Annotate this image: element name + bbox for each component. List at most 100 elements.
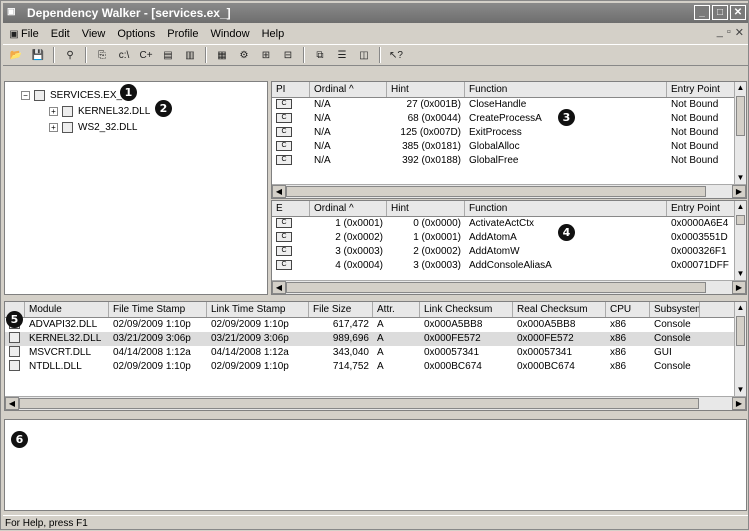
tile-horizontal-icon[interactable]: ☰: [333, 46, 351, 64]
column-header-entry-point[interactable]: Entry Point: [667, 82, 737, 97]
table-row[interactable]: C 2 (0x0002) 1 (0x0001) AddAtomA 0x00035…: [272, 231, 746, 245]
pane-splitter[interactable]: [4, 414, 747, 417]
table-row[interactable]: C 1 (0x0001) 0 (0x0000) ActivateActCtx 0…: [272, 217, 746, 231]
find-icon[interactable]: ⚲: [61, 46, 79, 64]
menu-window[interactable]: Window: [210, 28, 249, 40]
scroll-up-icon[interactable]: ▲: [735, 302, 746, 314]
horizontal-scrollbar[interactable]: ◀ ▶: [5, 396, 746, 410]
table-row[interactable]: C N/A 385 (0x0181) GlobalAlloc Not Bound: [272, 140, 746, 154]
column-header-attr[interactable]: Attr.: [373, 302, 420, 317]
column-header-entry-point[interactable]: Entry Point: [667, 201, 737, 216]
cascade-icon[interactable]: ⧉: [311, 46, 329, 64]
scroll-up-icon[interactable]: ▲: [735, 82, 746, 94]
close-button[interactable]: ✕: [730, 5, 746, 20]
scroll-down-icon[interactable]: ▼: [735, 384, 746, 396]
table-row[interactable]: C N/A 68 (0x0044) CreateProcessA Not Bou…: [272, 112, 746, 126]
horizontal-scrollbar[interactable]: ◀ ▶: [272, 280, 746, 294]
vertical-scrollbar[interactable]: ▲ ▼: [734, 302, 746, 396]
expand-all-icon[interactable]: ⊞: [257, 46, 275, 64]
vertical-scrollbar[interactable]: ▲ ▼: [734, 201, 746, 280]
menu-edit[interactable]: Edit: [51, 28, 70, 40]
table-row[interactable]: C 3 (0x0003) 2 (0x0002) AddAtomW 0x00032…: [272, 245, 746, 259]
scroll-thumb[interactable]: [736, 215, 745, 225]
scroll-right-icon[interactable]: ▶: [732, 281, 746, 294]
title-bar[interactable]: ▣ Dependency Walker - [services.ex_] _ □…: [3, 3, 748, 23]
scroll-right-icon[interactable]: ▶: [732, 397, 746, 410]
column-header-module[interactable]: Module: [25, 302, 109, 317]
maximize-button[interactable]: □: [712, 5, 728, 20]
scroll-down-icon[interactable]: ▼: [735, 172, 746, 184]
collapse-all-icon[interactable]: ⊟: [279, 46, 297, 64]
column-header-real-checksum[interactable]: Real Checksum: [513, 302, 606, 317]
properties-icon[interactable]: ▥: [181, 46, 199, 64]
full-paths-icon[interactable]: c:\: [115, 46, 133, 64]
tree-item-ws2_32[interactable]: + WS2_32.DLL: [49, 122, 137, 133]
column-header-function[interactable]: Function: [465, 82, 667, 97]
menu-view[interactable]: View: [82, 28, 106, 40]
scroll-up-icon[interactable]: ▲: [735, 201, 746, 213]
parent-imports-pane[interactable]: PI Ordinal ^ Hint Function Entry Point C…: [271, 81, 747, 199]
menu-options[interactable]: Options: [117, 28, 155, 40]
column-header-link-checksum[interactable]: Link Checksum: [420, 302, 513, 317]
table-row[interactable]: ADVAPI32.DLL 02/09/2009 1:10p 02/09/2009…: [5, 318, 746, 332]
pane-splitter[interactable]: [4, 297, 747, 300]
column-header-cpu[interactable]: CPU: [606, 302, 650, 317]
scroll-thumb[interactable]: [19, 398, 699, 409]
undecorate-cpp-icon[interactable]: C+: [137, 46, 155, 64]
table-row[interactable]: C N/A 392 (0x0188) GlobalFree Not Bound: [272, 154, 746, 168]
table-row[interactable]: C N/A 27 (0x001B) CloseHandle Not Bound: [272, 98, 746, 112]
scroll-down-icon[interactable]: ▼: [735, 268, 746, 280]
table-row[interactable]: NTDLL.DLL 02/09/2009 1:10p 02/09/2009 1:…: [5, 360, 746, 374]
column-header-file-time-stamp[interactable]: File Time Stamp: [109, 302, 207, 317]
table-row[interactable]: KERNEL32.DLL 03/21/2009 3:06p 03/21/2009…: [5, 332, 746, 346]
scroll-thumb[interactable]: [736, 316, 745, 346]
mdi-minimize-button[interactable]: _: [717, 26, 723, 39]
column-header-hint[interactable]: Hint: [387, 82, 465, 97]
menu-help[interactable]: Help: [262, 28, 285, 40]
minimize-button[interactable]: _: [694, 5, 710, 20]
menu-file[interactable]: File: [21, 28, 39, 40]
scroll-left-icon[interactable]: ◀: [5, 397, 19, 410]
scroll-thumb[interactable]: [736, 96, 745, 136]
scroll-left-icon[interactable]: ◀: [272, 281, 286, 294]
column-header-file-size[interactable]: File Size: [309, 302, 373, 317]
mdi-restore-button[interactable]: ▫: [727, 26, 731, 39]
save-icon[interactable]: 💾: [29, 46, 47, 64]
table-row[interactable]: MSVCRT.DLL 04/14/2008 1:12a 04/14/2008 1…: [5, 346, 746, 360]
column-header-e[interactable]: E: [272, 201, 310, 216]
scroll-thumb[interactable]: [286, 186, 706, 197]
tree-item-kernel32[interactable]: + KERNEL32.DLL: [49, 106, 150, 117]
tree-item-root[interactable]: − SERVICES.EX_: [21, 90, 122, 101]
vertical-scrollbar[interactable]: ▲ ▼: [734, 82, 746, 184]
scroll-thumb[interactable]: [286, 282, 706, 293]
column-header-hint[interactable]: Hint: [387, 201, 465, 216]
expand-icon[interactable]: +: [49, 107, 58, 116]
exports-pane[interactable]: E Ordinal ^ Hint Function Entry Point C …: [271, 200, 747, 295]
column-header-ordinal[interactable]: Ordinal ^: [310, 82, 387, 97]
mdi-close-button[interactable]: ✕: [735, 26, 744, 39]
scroll-right-icon[interactable]: ▶: [732, 185, 746, 198]
collapse-icon[interactable]: −: [21, 91, 30, 100]
column-header-subsystem[interactable]: Subsystem: [650, 302, 700, 317]
ordinal-icon[interactable]: ▤: [159, 46, 177, 64]
column-header-function[interactable]: Function: [465, 201, 667, 216]
copy-icon[interactable]: ⎘: [93, 46, 111, 64]
doc-icon[interactable]: ▣: [7, 25, 21, 43]
open-icon[interactable]: 📂: [7, 46, 25, 64]
context-help-icon[interactable]: ↖?: [387, 46, 405, 64]
log-pane[interactable]: [4, 419, 747, 511]
column-header-link-time-stamp[interactable]: Link Time Stamp: [207, 302, 309, 317]
column-header-pi[interactable]: PI: [272, 82, 310, 97]
system-info-icon[interactable]: ▦: [213, 46, 231, 64]
scroll-left-icon[interactable]: ◀: [272, 185, 286, 198]
horizontal-scrollbar[interactable]: ◀ ▶: [272, 184, 746, 198]
tile-vertical-icon[interactable]: ◫: [355, 46, 373, 64]
configure-icon[interactable]: ⚙: [235, 46, 253, 64]
column-header-ordinal[interactable]: Ordinal ^: [310, 201, 387, 216]
module-tree-pane[interactable]: − SERVICES.EX_ + KERNEL32.DLL + WS2_32.D…: [4, 81, 268, 295]
module-list-pane[interactable]: Module File Time Stamp Link Time Stamp F…: [4, 301, 747, 411]
menu-profile[interactable]: Profile: [167, 28, 198, 40]
table-row[interactable]: C 4 (0x0004) 3 (0x0003) AddConsoleAliasA…: [272, 259, 746, 273]
expand-icon[interactable]: +: [49, 123, 58, 132]
table-row[interactable]: C N/A 125 (0x007D) ExitProcess Not Bound: [272, 126, 746, 140]
